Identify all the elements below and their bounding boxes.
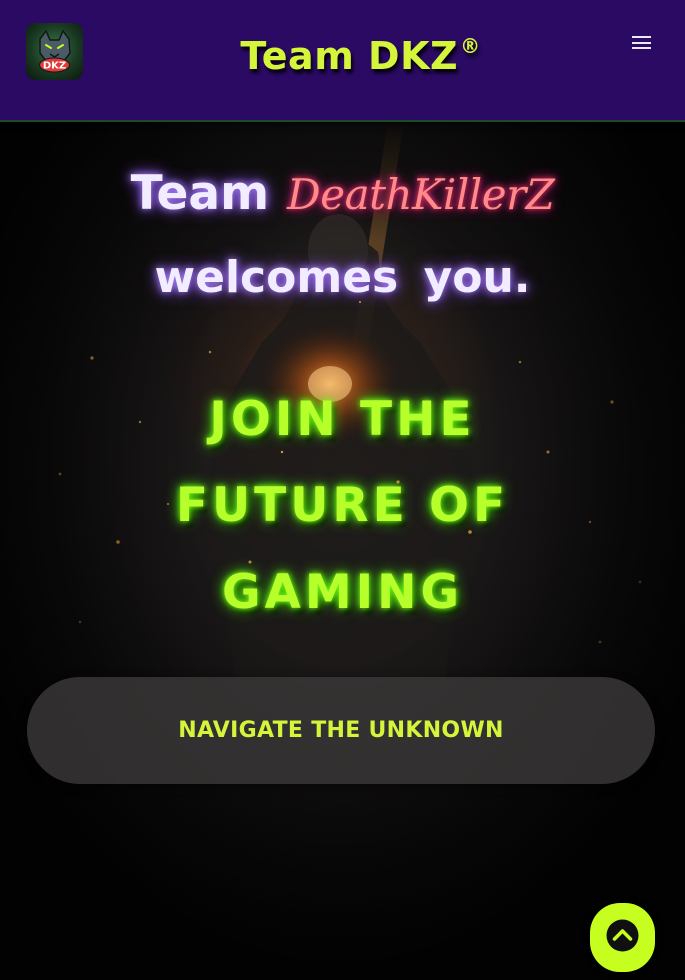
welcome-subheading: welcomes you. (154, 252, 531, 303)
scroll-to-top-button[interactable] (590, 903, 655, 972)
registered-mark: ® (460, 34, 481, 58)
menu-bar (632, 36, 651, 38)
welcome-team-word: Team (130, 166, 270, 221)
welcome-team-name: DeathKillerZ (287, 170, 555, 219)
hero-section: Team DeathKillerZ welcomes you. JOIN THE … (0, 122, 685, 980)
welcome-heading: Team DeathKillerZ (0, 166, 685, 221)
menu-bar (632, 47, 651, 49)
hamburger-menu-icon[interactable] (632, 36, 651, 49)
headline-line-3: GAMING (221, 565, 464, 620)
headline-line-2: FUTURE OF (175, 478, 510, 533)
ember-particles (58, 300, 642, 644)
cta-label: NAVIGATE THE UNKNOWN (178, 718, 504, 743)
menu-bar (632, 41, 651, 44)
headline-line-1: JOIN THE (209, 392, 476, 447)
site-title-text: Team DKZ (240, 34, 459, 78)
site-title[interactable]: Team DKZ ® (0, 34, 685, 78)
navigate-unknown-button[interactable]: NAVIGATE THE UNKNOWN (27, 677, 655, 784)
chevron-up-icon (606, 919, 639, 952)
site-header: DKZ Team DKZ ® (0, 0, 685, 122)
